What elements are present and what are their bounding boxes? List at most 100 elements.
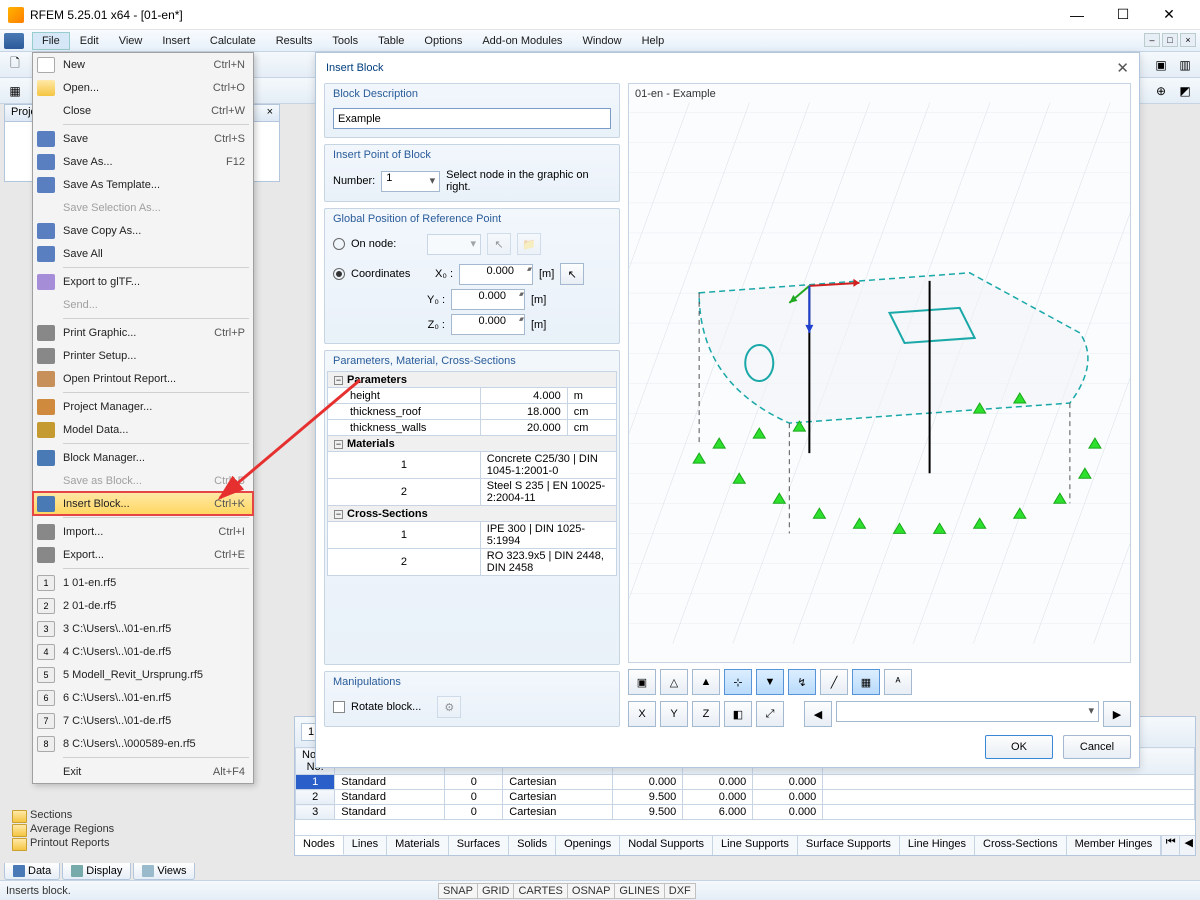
toggle-osnap[interactable]: OSNAP xyxy=(567,883,616,899)
x-input[interactable]: 0.000 xyxy=(459,264,533,285)
tb-module1-icon[interactable]: ▣ xyxy=(1150,54,1172,76)
mdi-close[interactable]: × xyxy=(1180,33,1196,47)
recent-3[interactable]: 33 C:\Users\..\01-en.rf5 xyxy=(33,617,253,640)
vb-view-z-icon[interactable]: Z xyxy=(692,701,720,727)
menu-new[interactable]: NewCtrl+N xyxy=(33,53,253,76)
recent-5[interactable]: 55 Modell_Revit_Ursprung.rf5 xyxy=(33,663,253,686)
vb-prev-icon[interactable]: ◀ xyxy=(804,701,832,727)
number-combo[interactable]: 1 xyxy=(381,171,440,192)
minimize-button[interactable]: — xyxy=(1054,0,1100,30)
menu-project-manager[interactable]: Project Manager... xyxy=(33,395,253,418)
menu-import[interactable]: Import...Ctrl+I xyxy=(33,520,253,543)
vb-iso-icon[interactable]: ◧ xyxy=(724,701,752,727)
menu-table[interactable]: Table xyxy=(368,32,414,50)
dialog-close-icon[interactable]: ✕ xyxy=(1116,59,1129,77)
tab-member-hinges[interactable]: Member Hinges xyxy=(1067,836,1162,855)
close-button[interactable]: ✕ xyxy=(1146,0,1192,30)
menu-save-template[interactable]: Save As Template... xyxy=(33,173,253,196)
tb-view-icon[interactable]: ◩ xyxy=(1174,80,1196,102)
rotate-checkbox[interactable] xyxy=(333,701,345,713)
menu-calculate[interactable]: Calculate xyxy=(200,32,266,50)
recent-7[interactable]: 77 C:\Users\..\01-de.rf5 xyxy=(33,709,253,732)
app-menu-icon[interactable] xyxy=(4,33,24,49)
vb-supports-icon[interactable]: ▼ xyxy=(756,669,784,695)
menu-printer-setup[interactable]: Printer Setup... xyxy=(33,344,253,367)
menu-edit[interactable]: Edit xyxy=(70,32,109,50)
menu-window[interactable]: Window xyxy=(572,32,631,50)
tab-lines[interactable]: Lines xyxy=(344,836,387,855)
tb-new-icon[interactable]: 🗋 xyxy=(4,54,26,76)
maximize-button[interactable]: ☐ xyxy=(1100,0,1146,30)
tree-avg-regions[interactable]: Average Regions xyxy=(10,822,114,836)
menu-file[interactable]: File xyxy=(32,32,70,50)
preview-viewport[interactable]: 01-en - Example xyxy=(628,83,1131,663)
y-input[interactable]: 0.000 xyxy=(451,289,525,310)
menu-insert-block[interactable]: Insert Block...Ctrl+K xyxy=(33,492,253,515)
vb-nodes-icon[interactable]: ⊹ xyxy=(724,669,752,695)
vb-wireframe-icon[interactable]: △ xyxy=(660,669,688,695)
vb-perspective-icon[interactable]: ▣ xyxy=(628,669,656,695)
menu-save-copy[interactable]: Save Copy As... xyxy=(33,219,253,242)
toggle-snap[interactable]: SNAP xyxy=(438,883,478,899)
menu-results[interactable]: Results xyxy=(266,32,323,50)
tab-nodes[interactable]: Nodes xyxy=(295,836,344,855)
vb-next-icon[interactable]: ▶ xyxy=(1103,701,1131,727)
recent-2[interactable]: 22 01-de.rf5 xyxy=(33,594,253,617)
sidetab-display[interactable]: Display xyxy=(62,863,131,880)
tab-surfaces[interactable]: Surfaces xyxy=(449,836,509,855)
vb-members-icon[interactable]: ╱ xyxy=(820,669,848,695)
ok-button[interactable]: OK xyxy=(985,735,1053,759)
tree-sections[interactable]: Sections xyxy=(10,808,114,822)
vb-view-y-icon[interactable]: Y xyxy=(660,701,688,727)
vb-loads-icon[interactable]: ↯ xyxy=(788,669,816,695)
tb-axis-icon[interactable]: ⊕ xyxy=(1150,80,1172,102)
toggle-cartes[interactable]: CARTES xyxy=(513,883,567,899)
tb-cube-icon[interactable]: ▦ xyxy=(4,80,26,102)
menu-save[interactable]: SaveCtrl+S xyxy=(33,127,253,150)
toggle-grid[interactable]: GRID xyxy=(477,883,515,899)
menu-addons[interactable]: Add-on Modules xyxy=(472,32,572,50)
tab-surface-supports[interactable]: Surface Supports xyxy=(798,836,900,855)
menu-help[interactable]: Help xyxy=(632,32,675,50)
vb-labels-icon[interactable]: ᴬ xyxy=(884,669,912,695)
pick-point-icon[interactable]: ↖ xyxy=(560,263,584,285)
toggle-glines[interactable]: GLINES xyxy=(614,883,664,899)
tab-solids[interactable]: Solids xyxy=(509,836,556,855)
tabnav-prev[interactable]: ◀ xyxy=(1179,836,1195,855)
vb-surfaces-icon[interactable]: ▦ xyxy=(852,669,880,695)
menu-export[interactable]: Export...Ctrl+E xyxy=(33,543,253,566)
menu-options[interactable]: Options xyxy=(414,32,472,50)
tab-cross-sections[interactable]: Cross-Sections xyxy=(975,836,1067,855)
vb-solid-icon[interactable]: ▲ xyxy=(692,669,720,695)
tab-openings[interactable]: Openings xyxy=(556,836,620,855)
tree-printout-reports[interactable]: Printout Reports xyxy=(10,836,114,850)
mdi-minimize[interactable]: – xyxy=(1144,33,1160,47)
menu-save-all[interactable]: Save All xyxy=(33,242,253,265)
tb-module2-icon[interactable]: ▥ xyxy=(1174,54,1196,76)
menu-insert[interactable]: Insert xyxy=(152,32,200,50)
menu-open[interactable]: Open...Ctrl+O xyxy=(33,76,253,99)
sidetab-data[interactable]: Data xyxy=(4,863,60,880)
vb-view-x-icon[interactable]: X xyxy=(628,701,656,727)
radio-coordinates[interactable] xyxy=(333,268,345,280)
toggle-dxf[interactable]: DXF xyxy=(664,883,696,899)
sidetab-views[interactable]: Views xyxy=(133,863,195,880)
z-input[interactable]: 0.000 xyxy=(451,314,525,335)
vb-zoom-fit-icon[interactable]: ⤢ xyxy=(756,701,784,727)
menu-close[interactable]: CloseCtrl+W xyxy=(33,99,253,122)
tab-materials[interactable]: Materials xyxy=(387,836,449,855)
recent-6[interactable]: 66 C:\Users\..\01-en.rf5 xyxy=(33,686,253,709)
tab-line-hinges[interactable]: Line Hinges xyxy=(900,836,975,855)
recent-8[interactable]: 88 C:\Users\..\000589-en.rf5 xyxy=(33,732,253,755)
recent-4[interactable]: 44 C:\Users\..\01-de.rf5 xyxy=(33,640,253,663)
menu-view[interactable]: View xyxy=(109,32,153,50)
menu-exit[interactable]: ExitAlt+F4 xyxy=(33,760,253,783)
tab-nodal-supports[interactable]: Nodal Supports xyxy=(620,836,713,855)
menu-open-printout-report[interactable]: Open Printout Report... xyxy=(33,367,253,390)
menu-tools[interactable]: Tools xyxy=(322,32,368,50)
view-combo[interactable] xyxy=(836,701,1099,722)
recent-1[interactable]: 11 01-en.rf5 xyxy=(33,571,253,594)
menu-print-graphic[interactable]: Print Graphic...Ctrl+P xyxy=(33,321,253,344)
cancel-button[interactable]: Cancel xyxy=(1063,735,1131,759)
block-description-input[interactable] xyxy=(333,108,611,129)
